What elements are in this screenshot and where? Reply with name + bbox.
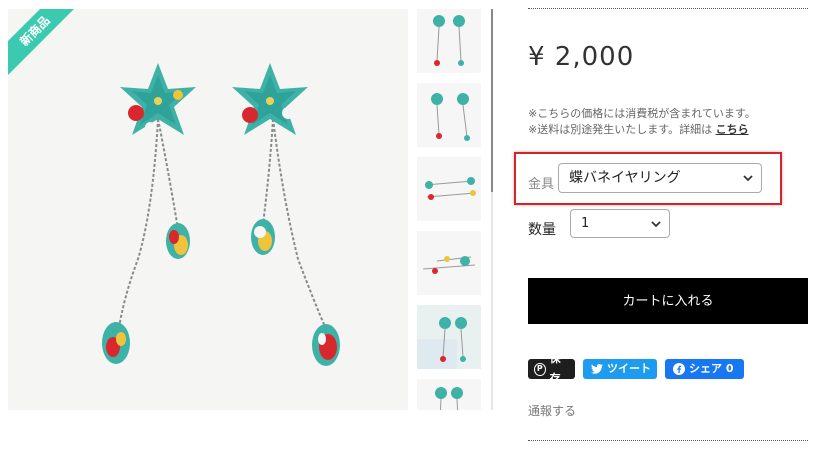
thumbnail-image[interactable]	[417, 305, 481, 369]
facebook-share-label: シェア 0	[689, 362, 734, 375]
thumbnail-image[interactable]	[417, 379, 481, 410]
pinterest-save-button[interactable]: P 保存	[528, 352, 575, 385]
fitting-select-value: 蝶バネイヤリング	[569, 170, 681, 186]
tweet-label: ツイート	[607, 362, 651, 375]
chevron-down-icon	[743, 175, 753, 182]
shipping-note: ※送料は別途発生いたします。詳細は こちら	[528, 122, 756, 138]
thumbnail-image[interactable]	[417, 9, 481, 73]
quantity-select[interactable]: 1	[570, 209, 670, 238]
pinterest-label: 保存	[549, 352, 561, 385]
divider	[528, 8, 808, 9]
shipping-details-link[interactable]: こちら	[716, 123, 749, 136]
quantity-label: 数量	[528, 222, 556, 238]
price-notes: ※こちらの価格には消費税が含まれています。 ※送料は別途発生いたします。詳細は …	[528, 106, 756, 138]
thumbnail-image[interactable]	[417, 83, 481, 147]
facebook-share-button[interactable]: シェア 0	[665, 359, 744, 379]
thumbnail-list	[417, 9, 483, 410]
add-to-cart-button[interactable]: カートに入れる	[528, 278, 808, 324]
chevron-down-icon	[651, 221, 661, 228]
report-link[interactable]: 通報する	[528, 402, 576, 419]
thumbnail-image[interactable]	[417, 157, 481, 221]
divider	[528, 440, 808, 441]
thumbnail-image[interactable]	[417, 231, 481, 295]
earrings-illustration	[8, 9, 408, 410]
main-product-image[interactable]: 新商品	[8, 9, 408, 410]
thumbnail-scrollbar-thumb[interactable]	[491, 9, 493, 192]
tax-note: ※こちらの価格には消費税が含まれています。	[528, 107, 756, 120]
shipping-note-text: ※送料は別途発生いたします。詳細は	[528, 123, 713, 136]
twitter-icon	[591, 364, 603, 374]
quantity-select-value: 1	[581, 216, 590, 231]
fitting-label: 金具	[528, 177, 555, 192]
product-price: ¥ 2,000	[528, 42, 635, 72]
tweet-button[interactable]: ツイート	[583, 359, 657, 379]
pinterest-icon: P	[534, 362, 546, 376]
facebook-icon	[673, 363, 685, 375]
fitting-select[interactable]: 蝶バネイヤリング	[558, 163, 762, 193]
